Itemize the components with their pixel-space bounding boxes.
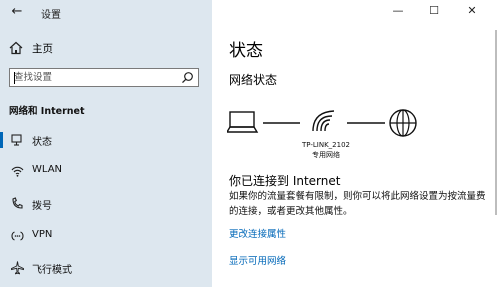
- sidebar-item-airplane[interactable]: 飞行模式: [0, 253, 212, 283]
- computer-icon: [225, 111, 259, 133]
- connection-description: 如果你的流量套餐有限制，则你可以将此网络设置为按流量费的连接，或者更改其他属性。: [229, 191, 486, 217]
- change-connection-properties-link[interactable]: 更改连接属性: [229, 226, 286, 240]
- minimize-button[interactable]: —: [380, 0, 416, 22]
- home-icon: [9, 41, 23, 55]
- window-controls: — ☐ ✕: [380, 0, 500, 24]
- section-header: 网络和 Internet: [9, 106, 85, 117]
- search-box[interactable]: [9, 68, 199, 87]
- connection-status-title: 你已连接到 Internet: [229, 174, 341, 188]
- sidebar-item-label: VPN: [32, 229, 53, 240]
- wifi-icon: [11, 166, 24, 177]
- search-icon[interactable]: [181, 71, 194, 84]
- active-indicator: [0, 132, 3, 148]
- sidebar-item-status[interactable]: 状态: [0, 125, 212, 155]
- close-button[interactable]: ✕: [454, 0, 490, 22]
- close-icon: ✕: [467, 4, 477, 17]
- dialup-icon: [12, 197, 23, 209]
- status-icon: [11, 134, 22, 146]
- vpn-icon: [11, 231, 24, 241]
- sidebar-item-label: 拨号: [32, 201, 52, 212]
- sidebar-item-label: 状态: [32, 137, 52, 148]
- app-title: 设置: [41, 10, 61, 21]
- sidebar-item-label: WLAN: [32, 164, 63, 175]
- page-title: 状态: [229, 41, 263, 61]
- sidebar: ← 设置 主页 网络和 Internet 状态: [0, 0, 212, 287]
- network-status-heading: 网络状态: [229, 73, 278, 87]
- maximize-button[interactable]: ☐: [416, 0, 452, 22]
- network-name: TP-LINK_2102: [302, 141, 350, 149]
- minimize-icon: —: [392, 4, 404, 17]
- scrollbar[interactable]: [495, 30, 497, 215]
- airplane-icon: [11, 261, 24, 275]
- main-content: — ☐ ✕ 状态 网络状态 TP-LINK_2102 专用网络 你已连接到 In…: [212, 0, 500, 287]
- sidebar-item-label: 飞行模式: [32, 265, 72, 276]
- back-button[interactable]: ←: [8, 3, 26, 21]
- sidebar-item-label: 主页: [32, 43, 53, 55]
- network-type: 专用网络: [312, 151, 340, 159]
- sidebar-item-wlan[interactable]: WLAN: [0, 156, 212, 186]
- search-input[interactable]: [14, 70, 174, 85]
- globe-icon: [389, 109, 417, 137]
- sidebar-item-dialup[interactable]: 拨号: [0, 189, 212, 219]
- wifi-signal-icon: [312, 110, 335, 132]
- show-available-networks-link[interactable]: 显示可用网络: [229, 253, 286, 267]
- back-arrow-icon: ←: [11, 4, 23, 19]
- title-bar: ← 设置: [0, 0, 212, 24]
- maximize-icon: ☐: [429, 4, 439, 17]
- text-cursor: [14, 72, 15, 84]
- sidebar-item-vpn[interactable]: VPN: [0, 221, 212, 251]
- network-diagram: TP-LINK_2102 专用网络: [225, 104, 417, 164]
